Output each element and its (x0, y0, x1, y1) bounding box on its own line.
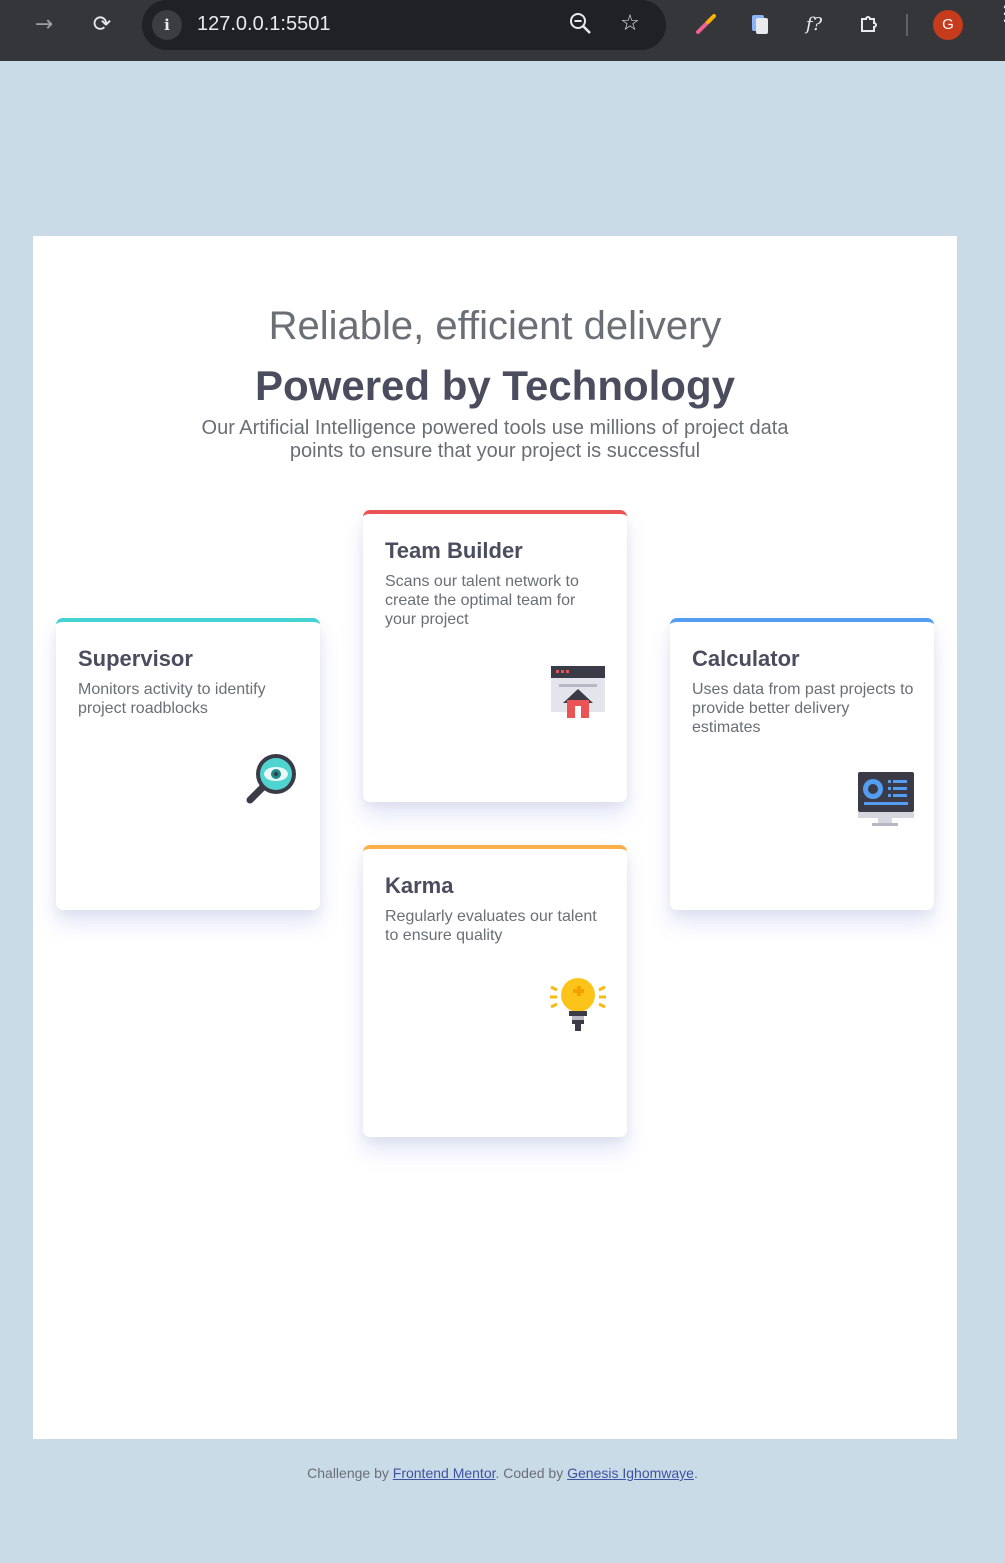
card-title: Team Builder (385, 538, 523, 563)
card-title: Calculator (692, 646, 800, 671)
profile-avatar[interactable]: G (933, 10, 963, 40)
bookmark-star-icon[interactable]: ☆ (617, 11, 643, 37)
card-karma: Karma Regularly evaluates our talent to … (363, 845, 627, 1137)
intro-text: Our Artificial Intelligence powered tool… (201, 417, 789, 462)
lightbulb-icon (549, 977, 607, 1035)
forward-arrow-icon[interactable]: → (31, 12, 57, 38)
card-title: Supervisor (78, 646, 193, 671)
monitor-dashboard-icon (856, 770, 914, 828)
attribution-footer: Challenge by Frontend Mentor. Coded by G… (0, 1465, 1005, 1481)
card-calculator: Calculator Uses data from past projects … (670, 618, 934, 910)
reload-icon[interactable]: ⟳ (89, 12, 115, 38)
site-info-icon[interactable]: i (152, 10, 182, 40)
url-text[interactable]: 127.0.0.1:5501 (197, 13, 330, 36)
frontend-mentor-link[interactable]: Frontend Mentor (393, 1465, 496, 1481)
card-title: Karma (385, 873, 454, 898)
pages-extension-icon[interactable] (747, 12, 773, 38)
browser-toolbar: → ⟳ i 127.0.0.1:5501 ☆ f? G ⋮ (0, 0, 1005, 61)
card-description: Scans our talent network to create the o… (385, 573, 579, 628)
footer-middle: . Coded by (495, 1465, 564, 1481)
page-title: Powered by Technology (255, 362, 735, 409)
footer-suffix: . (693, 1465, 698, 1481)
address-bar[interactable]: i 127.0.0.1:5501 ☆ (142, 0, 666, 50)
magnifier-eye-icon (242, 750, 300, 808)
subtitle-heading: Reliable, efficient delivery (268, 304, 722, 348)
font-extension-icon[interactable]: f? (801, 12, 827, 38)
card-supervisor: Supervisor Monitors activity to identify… (56, 618, 320, 910)
footer-prefix: Challenge by (307, 1465, 389, 1481)
card-team-builder: Team Builder Scans our talent network to… (363, 510, 627, 802)
browser-house-icon (549, 662, 607, 720)
author-link[interactable]: Genesis Ighomwaye (567, 1465, 694, 1481)
card-description: Regularly evaluates our talent to ensure… (385, 908, 597, 944)
zoom-icon[interactable] (568, 11, 594, 37)
color-picker-extension-icon[interactable] (693, 12, 719, 38)
browser-menu-icon[interactable]: ⋮ (995, 3, 1005, 23)
card-description: Uses data from past projects to provide … (692, 681, 914, 736)
card-description: Monitors activity to identify project ro… (78, 681, 266, 717)
extensions-puzzle-icon[interactable] (856, 12, 882, 38)
toolbar-divider (906, 14, 908, 36)
main-panel: Reliable, efficient delivery Powered by … (33, 236, 957, 1439)
